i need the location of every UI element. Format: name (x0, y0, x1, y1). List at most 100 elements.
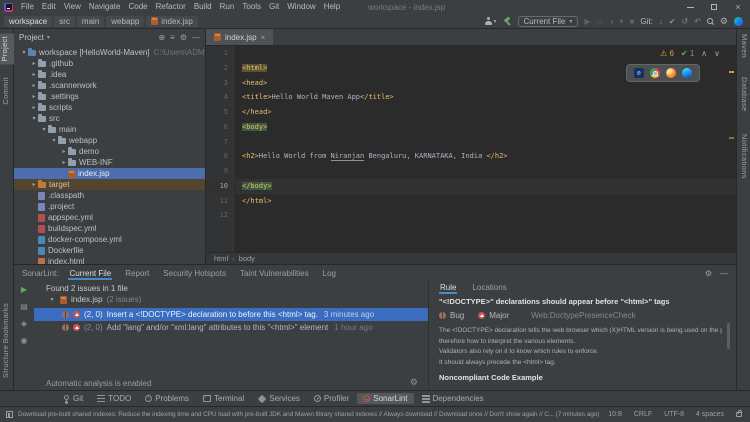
line-number[interactable]: 3 (206, 76, 233, 91)
settings-gear-icon[interactable]: ⚙ (720, 16, 728, 26)
tree-item-docker-compose.yml[interactable]: docker-compose.yml (14, 234, 205, 245)
chevron-down-icon[interactable]: ▾ (50, 137, 58, 144)
tab-index-jsp[interactable]: index.jsp × (206, 29, 274, 45)
profile-button[interactable]: ▾ (485, 17, 497, 25)
issue-row[interactable]: (2, 0) Insert a <!DOCTYPE> declaration to… (34, 308, 428, 321)
maximize-button[interactable] (702, 0, 726, 14)
tree-item-main[interactable]: ▾ main (14, 124, 205, 135)
tab-report[interactable]: Report (124, 267, 150, 280)
chevron-right-icon[interactable]: ▸ (30, 82, 38, 89)
tree-item-web-inf[interactable]: ▸ WEB-INF (14, 157, 205, 168)
menu-item-code[interactable]: Code (124, 0, 151, 14)
edge-browser-icon[interactable] (682, 68, 692, 78)
next-issue-icon[interactable]: ∨ (714, 49, 720, 58)
code-line[interactable] (235, 208, 736, 223)
chevron-down-icon[interactable]: ▾ (40, 126, 48, 133)
menu-item-window[interactable]: Window (283, 0, 319, 14)
code-line[interactable]: <body> (235, 120, 736, 135)
toolwindow-button-todo[interactable]: TODO (91, 393, 137, 404)
line-number[interactable]: 8 (206, 149, 233, 164)
git-update-icon[interactable]: ↓ (659, 17, 663, 26)
chrome-browser-icon[interactable] (650, 68, 660, 78)
close-icon[interactable]: × (261, 33, 266, 42)
code-line[interactable]: <h2>Hello World from Niranjan Bengaluru,… (235, 149, 736, 164)
tree-item-index.html[interactable]: index.html (14, 256, 205, 264)
tree-item-buildspec.yml[interactable]: buildspec.yml (14, 223, 205, 234)
close-button[interactable]: × (726, 0, 750, 14)
code-line[interactable]: </html> (235, 194, 736, 209)
line-number[interactable]: 10 (206, 178, 233, 194)
tab-rule[interactable]: Rule (439, 281, 457, 294)
line-number[interactable]: 5 (206, 105, 233, 120)
settings-gear-icon[interactable]: ⚙ (705, 269, 712, 278)
tab-security-hotspots[interactable]: Security Hotspots (162, 267, 227, 280)
breadcrumb-item-index.jsp[interactable]: index.jsp (146, 15, 198, 27)
toolwindow-button-git[interactable]: Git (56, 393, 89, 404)
issue-row[interactable]: (2, 0) Add "lang" and/or "xml:lang" attri… (34, 321, 428, 334)
line-number[interactable]: 9 (206, 164, 233, 179)
tree-item-.github[interactable]: ▸ .github (14, 58, 205, 69)
status-message[interactable]: Download pre-built shared indexes: Reduc… (18, 411, 599, 418)
tree-item-workspace-helloworld-maven-[interactable]: ▾ workspace [HelloWorld-Maven] C:\Users\AD… (14, 47, 205, 58)
tree-item-dockerfile[interactable]: Dockerfile (14, 245, 205, 256)
firefox-browser-icon[interactable] (666, 68, 676, 78)
tree-item-index.jsp[interactable]: index.jsp (14, 168, 205, 179)
code-line[interactable] (235, 164, 736, 179)
sidebar-item-structure[interactable]: Structure (1, 345, 10, 378)
chevron-right-icon[interactable]: ▸ (60, 159, 68, 166)
chevron-right-icon[interactable]: ▸ (30, 71, 38, 78)
sidebar-item-commit[interactable]: Commit (1, 77, 10, 105)
tree-item-scripts[interactable]: ▸ scripts (14, 102, 205, 113)
status-utf-8[interactable]: UTF-8 (664, 411, 684, 418)
line-number[interactable]: 7 (206, 135, 233, 150)
menu-item-file[interactable]: File (17, 0, 38, 14)
rollback-icon[interactable]: ↶ (694, 17, 701, 26)
breadcrumb-item-main[interactable]: main (76, 15, 105, 27)
hide-panel-icon[interactable]: — (720, 269, 728, 278)
tree-item-webapp[interactable]: ▾ webapp (14, 135, 205, 146)
tree-item-target[interactable]: ▸ target (14, 179, 205, 190)
toolwindow-button-profiler[interactable]: Profiler (308, 393, 355, 404)
menu-item-help[interactable]: Help (320, 0, 344, 14)
tree-item-demo[interactable]: ▸ demo (14, 146, 205, 157)
menu-item-edit[interactable]: Edit (38, 0, 60, 14)
warning-stripe-mark[interactable] (729, 137, 734, 139)
sidebar-item-database[interactable]: Database (740, 77, 749, 112)
menu-item-refactor[interactable]: Refactor (152, 0, 190, 14)
line-number[interactable]: 11 (206, 194, 233, 209)
hide-panel-icon[interactable]: — (192, 33, 200, 42)
filter-icon[interactable]: ◈ (21, 319, 27, 328)
coverage-button[interactable]: ◑ (609, 17, 614, 26)
tree-item-.scannerwork[interactable]: ▸ .scannerwork (14, 80, 205, 91)
toolwindow-button-problems[interactable]: Problems (139, 393, 195, 404)
chevron-down-icon[interactable]: ▾ (620, 17, 624, 26)
prev-issue-icon[interactable]: ∧ (701, 49, 707, 58)
project-panel-title[interactable]: Project (19, 33, 44, 42)
settings-gear-icon[interactable]: ⚙ (180, 33, 187, 42)
sidebar-item-notifications[interactable]: Notifications (740, 134, 749, 179)
locate-file-icon[interactable]: ⊕ (158, 33, 165, 42)
menu-item-git[interactable]: Git (265, 0, 283, 14)
ie-browser-icon[interactable]: e (634, 68, 644, 78)
chevron-right-icon[interactable]: ▸ (30, 181, 38, 188)
sidebar-item-maven[interactable]: Maven (740, 34, 749, 58)
menu-item-tools[interactable]: Tools (238, 0, 265, 14)
sidebar-item-project[interactable]: Project (0, 33, 14, 65)
chevron-right-icon[interactable]: ▸ (60, 148, 68, 155)
debug-button[interactable]: ◇ (597, 17, 603, 26)
line-number[interactable]: 6 (206, 120, 233, 135)
chevron-right-icon[interactable]: ▸ (30, 93, 38, 100)
warning-stripe-mark[interactable] (729, 71, 734, 73)
chevron-down-icon[interactable]: ▾ (20, 49, 28, 56)
breadcrumb-body[interactable]: body (239, 254, 255, 263)
editor-gutter[interactable]: 1 2 3 4 5 6 7 8 9 10 11 12 (206, 46, 234, 252)
menu-item-build[interactable]: Build (190, 0, 216, 14)
code-line[interactable] (235, 135, 736, 150)
line-number[interactable]: 1 (206, 46, 233, 61)
line-number[interactable]: 12 (206, 208, 233, 223)
line-number[interactable]: 4 (206, 90, 233, 105)
breadcrumb-item-workspace[interactable]: workspace (4, 15, 53, 27)
tree-item-.project[interactable]: .project (14, 201, 205, 212)
report-icon[interactable]: ▤ (20, 302, 28, 311)
ide-gradient-icon[interactable] (734, 16, 743, 26)
